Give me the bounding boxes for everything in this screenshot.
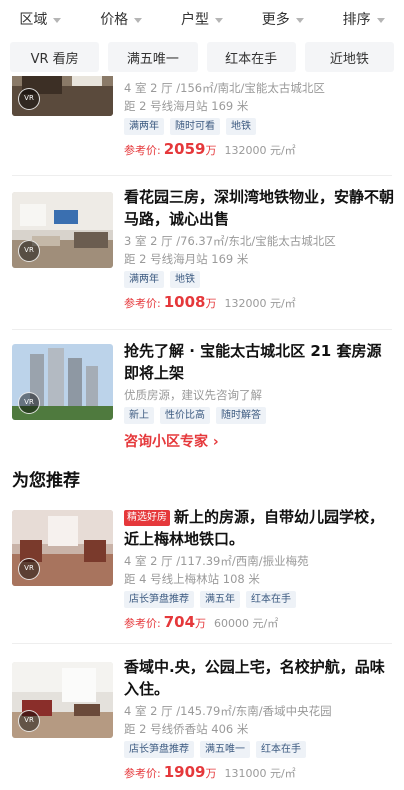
price-unit: 万 <box>205 144 217 157</box>
tag: 红本在手 <box>246 591 296 608</box>
divider <box>12 175 392 176</box>
chevron-down-icon <box>376 17 385 23</box>
listing-specs: 4 室 2 厅 /145.79㎡/东南/香域中央花园 <box>124 704 332 718</box>
chip-vr-tour[interactable]: VR 看房 <box>10 42 100 72</box>
filter-label: 价格 <box>100 12 129 28</box>
listing-metro-distance: 距 2 号线侨香站 406 米 <box>124 722 249 736</box>
unit-price: 132000 元/㎡ <box>224 297 296 310</box>
listing-title: 精选好房 新上的房源，自带幼儿园学校，近上梅林地铁口。 <box>124 506 394 550</box>
filter-more[interactable]: 更多 <box>242 9 323 29</box>
price-label: 参考价: <box>124 617 161 630</box>
listing-price-row: 参考价: 2059 万 132000 元/㎡ <box>124 140 394 158</box>
chip-near-metro[interactable]: 近地铁 <box>304 42 394 72</box>
tag: 随时解答 <box>216 407 266 424</box>
unit-price: 131000 元/㎡ <box>224 767 296 780</box>
listing-specs: 4 室 2 厅 /117.39㎡/西南/振业梅苑 <box>124 554 309 568</box>
listing-price-row: 参考价: 1909 万 131000 元/㎡ <box>124 763 394 781</box>
tag: 满五唯一 <box>200 741 250 758</box>
tag: 红本在手 <box>256 741 306 758</box>
listing-photo: VR <box>12 192 113 268</box>
chevron-down-icon <box>53 17 62 23</box>
price-value: 1909 <box>163 763 206 781</box>
vr-icon: VR <box>18 392 40 414</box>
listing-tags: 店长笋盘推荐 满五年 红本在手 <box>124 591 394 608</box>
vr-icon: VR <box>18 710 40 732</box>
tag: 新上 <box>124 407 154 424</box>
filter-price[interactable]: 价格 <box>81 9 162 29</box>
chip-deed-in-hand[interactable]: 红本在手 <box>206 42 296 72</box>
unit-price: 132000 元/㎡ <box>224 144 296 157</box>
chevron-down-icon <box>295 17 304 23</box>
listing-metro-distance: 距 4 号线上梅林站 108 米 <box>124 572 260 586</box>
filter-label: 更多 <box>261 12 290 28</box>
filter-sort[interactable]: 排序 <box>323 9 404 29</box>
chevron-down-icon <box>134 17 143 23</box>
price-label: 参考价: <box>124 144 161 157</box>
quick-filter-bar: VR 看房 满五唯一 红本在手 近地铁 <box>0 38 404 76</box>
price-value: 704 <box>163 613 196 631</box>
tag: 满两年 <box>124 118 164 135</box>
featured-badge: 精选好房 <box>124 510 170 526</box>
price-unit: 万 <box>205 767 217 780</box>
filter-bar: 区域 价格 户型 更多 排序 <box>0 0 404 38</box>
vr-icon: VR <box>18 88 40 110</box>
tag: 店长笋盘推荐 <box>124 741 194 758</box>
divider <box>12 329 392 330</box>
promo-tags: 新上 性价比高 随时解答 <box>124 407 394 424</box>
vr-icon: VR <box>18 558 40 580</box>
tag: 店长笋盘推荐 <box>124 591 194 608</box>
tag: 满五年 <box>200 591 240 608</box>
tag: 地铁 <box>170 271 200 288</box>
price-unit: 万 <box>195 617 207 630</box>
listing-tags: 满两年 随时可看 地铁 <box>124 118 394 135</box>
unit-price: 60000 元/㎡ <box>214 617 279 630</box>
divider <box>12 643 392 644</box>
filter-label: 区域 <box>19 12 48 28</box>
listing-price-row: 参考价: 1008 万 132000 元/㎡ <box>124 293 394 311</box>
listing-metro-distance: 距 2 号线海月站 169 米 <box>124 252 249 266</box>
promo-subtitle: 优质房源，建议先咨询了解 <box>124 388 262 402</box>
section-heading-recommend: 为您推荐 <box>12 471 80 491</box>
price-label: 参考价: <box>124 297 161 310</box>
listing-specs: 3 室 2 厅 /76.37㎡/东北/宝能太古城北区 <box>124 234 336 248</box>
price-value: 2059 <box>163 140 206 158</box>
filter-label: 户型 <box>180 12 209 28</box>
filter-label: 排序 <box>342 12 371 28</box>
chip-five-year-only[interactable]: 满五唯一 <box>108 42 198 72</box>
listing-title: 香域中.央，公园上宅，名校护航，品味入住。 <box>124 658 385 698</box>
filter-layout[interactable]: 户型 <box>162 9 243 29</box>
price-value: 1008 <box>163 293 206 311</box>
listing-metro-distance: 距 2 号线海月站 169 米 <box>124 99 249 113</box>
price-unit: 万 <box>205 297 217 310</box>
community-photo: VR <box>12 344 113 420</box>
consult-expert-link[interactable]: 咨询小区专家 › <box>124 431 394 451</box>
listing-tags: 满两年 地铁 <box>124 271 394 288</box>
listing-specs: 4 室 2 厅 /156㎡/南北/宝能太古城北区 <box>124 81 325 95</box>
listing-photo: VR <box>12 510 113 586</box>
price-label: 参考价: <box>124 767 161 780</box>
vr-icon: VR <box>18 240 40 262</box>
tag: 性价比高 <box>160 407 210 424</box>
listing-title: 看花园三房，深圳湾地铁物业，安静不朝马路，诚心出售 <box>124 188 395 228</box>
listing-photo: VR <box>12 662 113 738</box>
listing-tags: 店长笋盘推荐 满五唯一 红本在手 <box>124 741 394 758</box>
listing-price-row: 参考价: 704 万 60000 元/㎡ <box>124 613 394 631</box>
filter-district[interactable]: 区域 <box>0 9 81 29</box>
tag: 满两年 <box>124 271 164 288</box>
tag: 地铁 <box>226 118 256 135</box>
promo-title: 抢先了解 · 宝能太古城北区 21 套房源即将上架 <box>124 342 382 382</box>
tag: 随时可看 <box>170 118 220 135</box>
chevron-down-icon <box>214 17 223 23</box>
